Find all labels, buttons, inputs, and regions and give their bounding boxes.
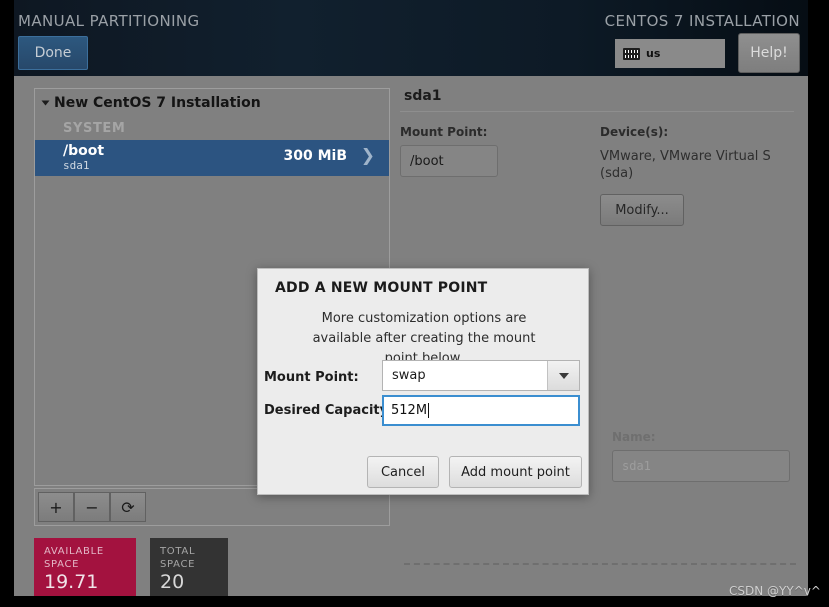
plus-icon: + xyxy=(49,497,63,517)
partition-group-label: SYSTEM xyxy=(63,121,126,136)
done-button[interactable]: Done xyxy=(18,36,88,70)
mount-point-input[interactable]: /boot xyxy=(400,145,498,177)
chevron-down-icon xyxy=(558,372,569,379)
installer-screen: MANUAL PARTITIONING CENTOS 7 INSTALLATIO… xyxy=(0,0,829,607)
modify-button[interactable]: Modify... xyxy=(600,194,684,226)
dialog-mount-point-dropdown-button[interactable] xyxy=(547,361,579,390)
mount-point-field-group: Mount Point: /boot xyxy=(400,125,600,226)
refresh-partitions-button[interactable]: ⟳ xyxy=(110,492,146,522)
mount-point-label: Mount Point: xyxy=(400,125,488,139)
dialog-title: ADD A NEW MOUNT POINT xyxy=(275,280,488,296)
partition-size: 300 MiB xyxy=(283,148,348,164)
help-button-label: Help! xyxy=(750,45,788,61)
dialog-mount-point-select[interactable]: swap xyxy=(382,360,580,391)
dialog-capacity-input[interactable]: 512M xyxy=(382,395,580,426)
add-partition-button[interactable]: + xyxy=(38,492,74,522)
text-caret xyxy=(428,403,430,418)
dialog-capacity-value: 512M xyxy=(391,403,428,418)
product-title: CENTOS 7 INSTALLATION xyxy=(604,12,800,30)
done-button-label: Done xyxy=(34,45,72,61)
name-field-group: Name: sda1 xyxy=(612,430,794,482)
keyboard-layout-indicator[interactable]: us xyxy=(615,39,725,68)
window-body: New CentOS 7 Installation SYSTEM /boot s… xyxy=(14,76,808,596)
devices-value: VMware, VMware Virtual S (sda) xyxy=(600,149,771,181)
cancel-button[interactable]: Cancel xyxy=(367,456,439,488)
remove-partition-button[interactable]: − xyxy=(74,492,110,522)
available-space-value: 19.71 GiB xyxy=(44,571,99,596)
details-divider xyxy=(400,111,794,112)
cancel-button-label: Cancel xyxy=(380,464,426,480)
tree-root-node[interactable]: New CentOS 7 Installation xyxy=(35,89,389,117)
details-title: sda1 xyxy=(404,88,442,104)
anaconda-window: MANUAL PARTITIONING CENTOS 7 INSTALLATIO… xyxy=(14,0,808,596)
partition-mount-point: /boot xyxy=(63,142,105,159)
modify-button-label: Modify... xyxy=(615,202,669,218)
add-mount-point-dialog: ADD A NEW MOUNT POINT More customization… xyxy=(257,268,589,495)
help-button[interactable]: Help! xyxy=(738,33,800,73)
dialog-mount-point-label: Mount Point: xyxy=(264,370,359,385)
table-row[interactable]: /boot sda1 300 MiB ❯ xyxy=(35,140,389,176)
space-summary: AVAILABLE SPACE 19.71 GiB TOTAL SPACE 20… xyxy=(34,538,228,596)
name-input[interactable]: sda1 xyxy=(612,450,790,482)
name-label: Name: xyxy=(612,430,656,444)
refresh-icon: ⟳ xyxy=(121,497,135,517)
chevron-right-icon[interactable]: ❯ xyxy=(361,148,375,165)
total-space-box: TOTAL SPACE 20 GiB xyxy=(150,538,228,596)
total-space-value: 20 GiB xyxy=(160,571,193,596)
add-mount-point-button-label: Add mount point xyxy=(461,464,570,480)
window-header: MANUAL PARTITIONING CENTOS 7 INSTALLATIO… xyxy=(14,0,808,76)
page-title: MANUAL PARTITIONING xyxy=(18,12,200,30)
keyboard-layout-label: us xyxy=(646,47,661,60)
keyboard-icon xyxy=(623,47,640,60)
partition-row-text: /boot sda1 xyxy=(35,142,105,173)
expand-triangle-icon[interactable] xyxy=(41,100,50,106)
devices-field-group: Device(s): VMware, VMware Virtual S (sda… xyxy=(600,125,790,226)
total-space-caption: TOTAL SPACE xyxy=(160,546,196,570)
dialog-capacity-label: Desired Capacity: xyxy=(264,403,394,418)
devices-label: Device(s): xyxy=(600,125,669,139)
details-bottom-divider xyxy=(404,563,796,565)
available-space-box: AVAILABLE SPACE 19.71 GiB xyxy=(34,538,136,596)
minus-icon: − xyxy=(85,497,99,517)
dialog-mount-point-value: swap xyxy=(392,368,426,383)
available-space-caption: AVAILABLE SPACE xyxy=(44,546,104,570)
watermark: CSDN @YY^v^ xyxy=(729,584,821,598)
partition-device-name: sda1 xyxy=(63,158,90,172)
add-mount-point-button[interactable]: Add mount point xyxy=(449,456,582,488)
tree-root-label: New CentOS 7 Installation xyxy=(54,95,261,111)
